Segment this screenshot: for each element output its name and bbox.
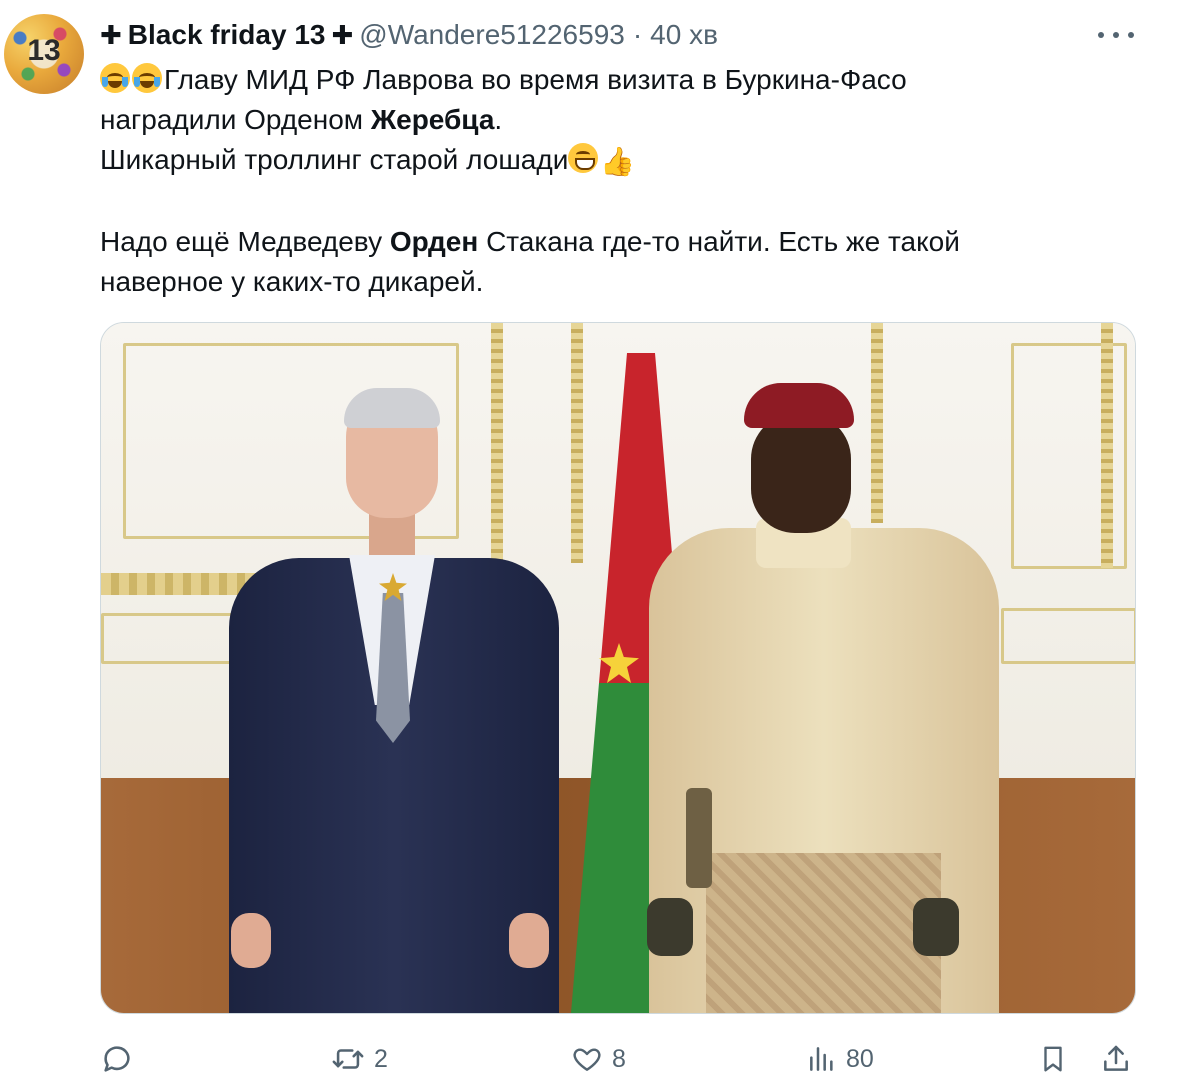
tweet-line-1: Главу МИД РФ Лаврова во время визита в Б…: [100, 60, 1140, 100]
thumbs-up-emoji-icon: 👍: [600, 146, 636, 177]
tweet-line-3: Шикарный троллинг старой лошади 👍: [100, 140, 1140, 182]
photo-gold-molding: [101, 573, 261, 595]
repost-count: 2: [374, 1044, 388, 1073]
photo-gold-pillar: [571, 323, 583, 563]
analytics-icon: [810, 1047, 833, 1071]
display-name[interactable]: Black friday 13: [128, 18, 326, 52]
heart-icon: [573, 1048, 601, 1071]
repost-button[interactable]: 2: [330, 1036, 388, 1082]
like-button[interactable]: 8: [570, 1036, 626, 1082]
bold-word: Жеребца: [370, 104, 495, 135]
tweet-line-5: наверное у каких-то дикарей.: [100, 266, 484, 297]
timestamp[interactable]: 40 хв: [650, 18, 718, 52]
tweet-actions: 2 8 80: [100, 1036, 1140, 1082]
tweet: 13 ✚ Black friday 13 ✚ @Wandere51226593 …: [0, 0, 1178, 1088]
cross-icon: ✚: [100, 20, 122, 50]
tweet-photo[interactable]: [100, 322, 1136, 1014]
tears-of-joy-emoji-icon: [132, 63, 162, 93]
user-handle[interactable]: @Wandere51226593: [359, 18, 625, 52]
more-options-icon[interactable]: [1098, 28, 1134, 42]
tweet-header: ✚ Black friday 13 ✚ @Wandere51226593 · 4…: [100, 18, 1058, 52]
cross-icon: ✚: [331, 20, 354, 50]
photo-gold-pillar: [1101, 323, 1113, 568]
tears-of-joy-emoji-icon: [100, 63, 130, 93]
reply-button[interactable]: [100, 1036, 142, 1082]
bookmark-button[interactable]: [1038, 1036, 1068, 1082]
grinning-emoji-icon: [568, 143, 599, 173]
separator: ·: [632, 19, 643, 50]
bold-word: Орден: [389, 226, 479, 257]
photo-wall-panel: [1001, 608, 1135, 664]
tweet-line-4: Надо ещё Медведеву Орден Стакана где-то …: [100, 226, 960, 257]
views-button[interactable]: 80: [806, 1036, 874, 1082]
avatar[interactable]: 13: [4, 14, 84, 94]
views-count: 80: [846, 1044, 874, 1073]
tweet-text: Главу МИД РФ Лаврова во время визита в Б…: [100, 60, 1140, 302]
share-button[interactable]: [1100, 1036, 1132, 1082]
tweet-line-2: наградили Орденом Жеребца.: [100, 104, 503, 135]
photo-gold-pillar: [491, 323, 503, 563]
photo-gold-pillar: [871, 323, 883, 523]
like-count: 8: [612, 1044, 626, 1073]
share-icon: [1104, 1045, 1128, 1071]
avatar-text: 13: [27, 34, 61, 67]
repost-icon: [332, 1049, 364, 1069]
bookmark-icon: [1044, 1046, 1062, 1072]
reply-icon: [104, 1046, 130, 1072]
